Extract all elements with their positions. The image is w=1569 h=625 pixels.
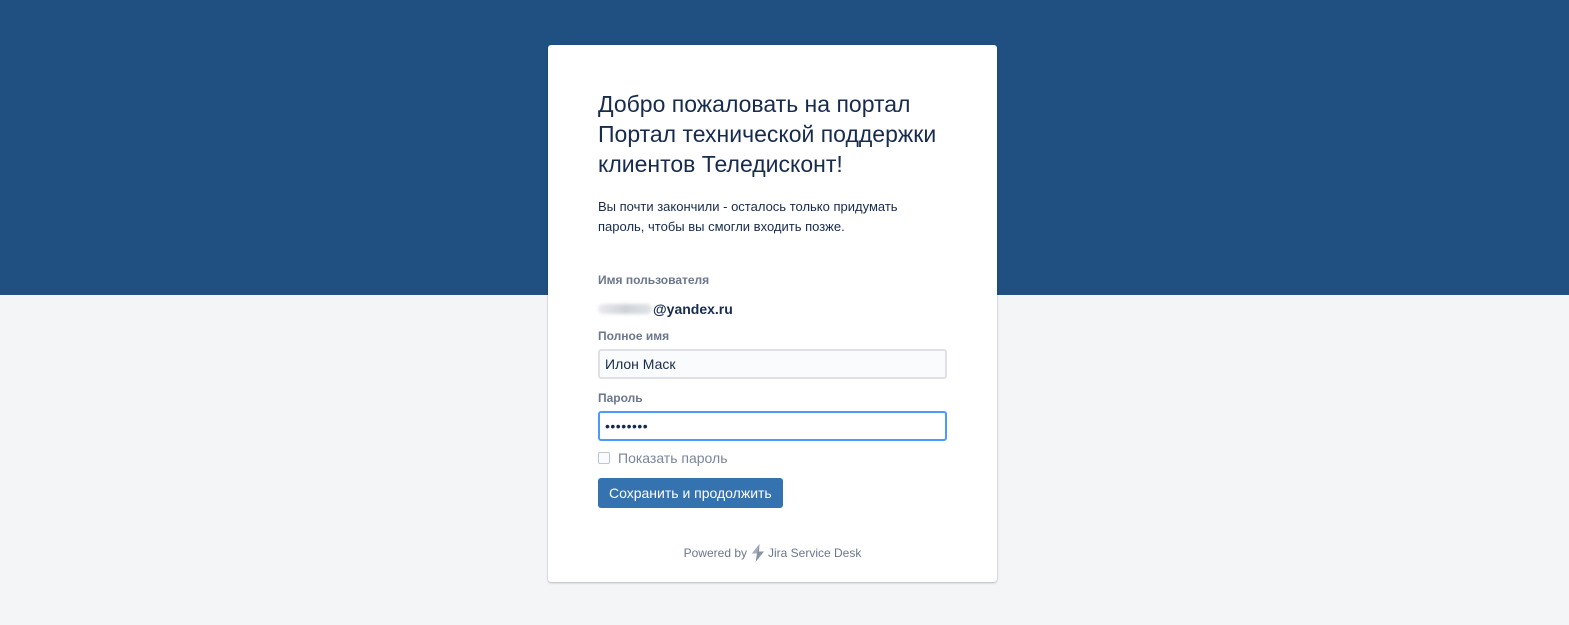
jira-bolt-icon (752, 544, 764, 562)
redacted-username-blur (598, 304, 652, 314)
signup-page: Добро пожаловать на портал Портал технич… (0, 0, 1569, 625)
password-input[interactable] (598, 411, 947, 441)
password-label: Пароль (598, 391, 643, 405)
powered-by-footer: Powered by Jira Service Desk (548, 544, 997, 562)
powered-by-text: Powered by (683, 546, 747, 560)
show-password-checkbox[interactable] (598, 452, 610, 464)
username-value: @yandex.ru (598, 300, 947, 318)
fullname-input[interactable] (598, 349, 947, 379)
jira-service-desk-link[interactable]: Jira Service Desk (768, 546, 861, 560)
username-label: Имя пользователя (598, 273, 710, 287)
show-password-row[interactable]: Показать пароль (598, 450, 947, 466)
username-domain: @yandex.ru (653, 301, 733, 317)
signup-card: Добро пожаловать на портал Портал технич… (548, 45, 997, 582)
show-password-label[interactable]: Показать пароль (618, 450, 728, 466)
save-and-continue-button[interactable]: Сохранить и продолжить (598, 478, 783, 508)
fullname-label: Полное имя (598, 329, 670, 343)
intro-text: Вы почти закончили - осталось только при… (598, 199, 898, 234)
welcome-title: Добро пожаловать на портал Портал технич… (598, 91, 937, 177)
